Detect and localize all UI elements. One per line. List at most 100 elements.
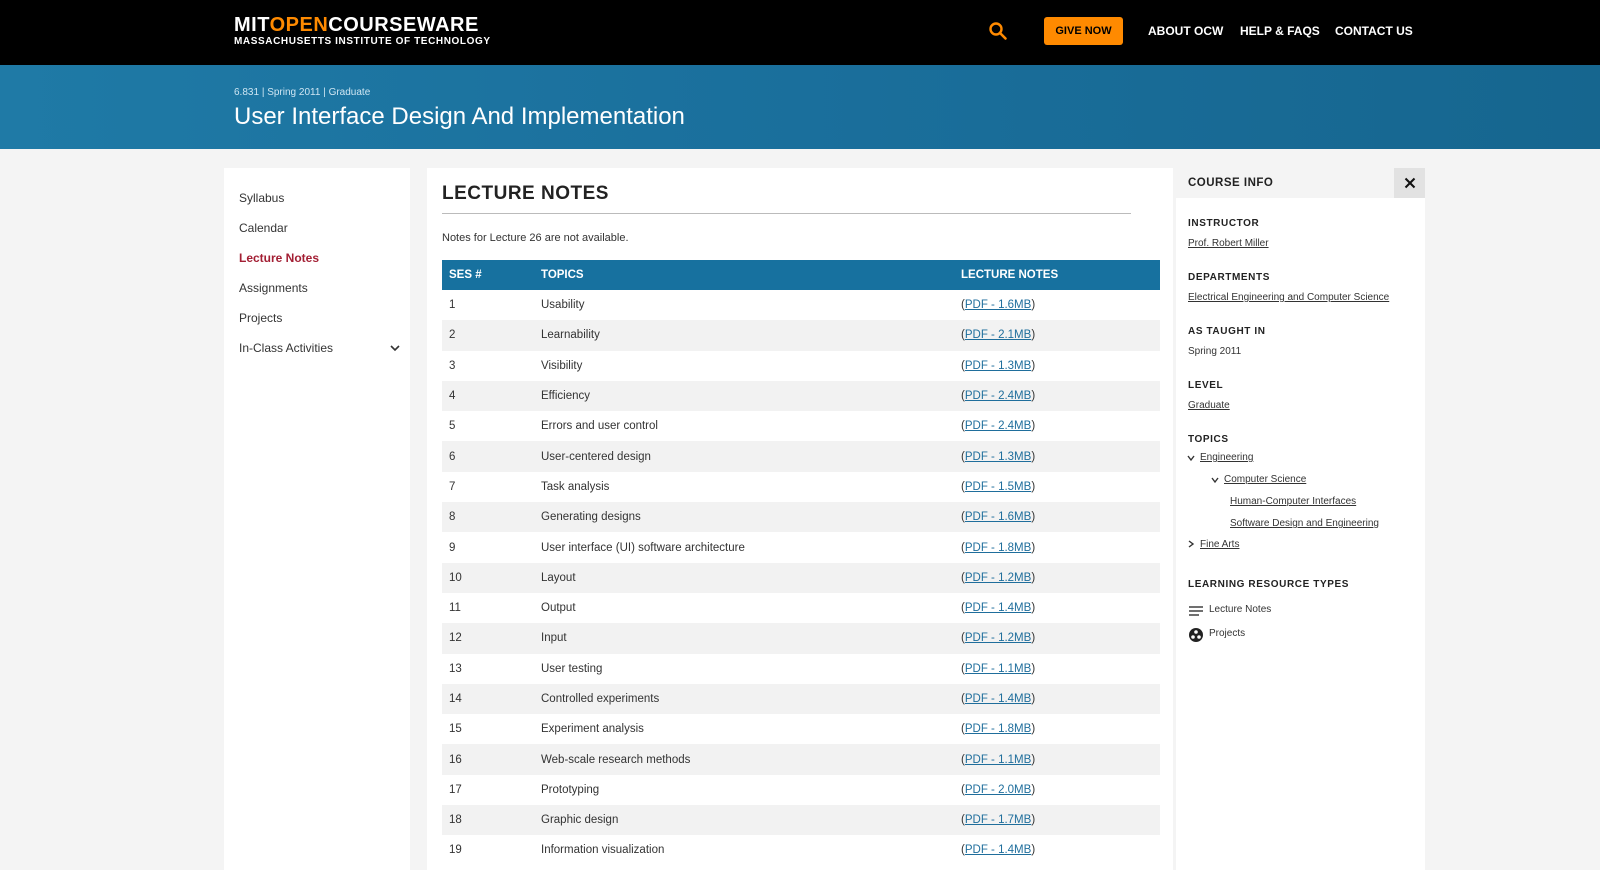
lecture-notes-cell: (PDF - 2.0MB) [954,775,1160,805]
lecture-notes-cell: (PDF - 1.8MB) [954,714,1160,744]
taught-label: AS TAUGHT IN [1188,326,1266,337]
session-number: 2 [449,329,456,342]
topic-cell: Efficiency [541,390,591,403]
paren-close: ) [1031,420,1036,433]
course-meta: 6.831 | Spring 2011 | Graduate [234,87,370,98]
chevron-right-icon[interactable] [1186,539,1196,549]
table-row: 8 Generating designs (PDF - 1.6MB) [442,502,1160,533]
session-number: 10 [449,571,462,584]
search-icon[interactable] [988,21,1008,41]
session-number: 19 [449,844,462,857]
topic-cell: Learnability [541,329,600,342]
close-panel-button[interactable] [1394,168,1425,198]
table-row: 6 User-centered design (PDF - 1.3MB) [442,441,1160,472]
table-row: 11 Output (PDF - 1.4MB) [442,593,1160,623]
paren-close: ) [1031,693,1036,705]
pdf-link[interactable]: PDF - 1.8MB [965,542,1031,554]
pdf-link[interactable]: PDF - 1.4MB [965,602,1031,614]
pdf-link[interactable]: PDF - 2.4MB [965,420,1031,432]
session-number: 5 [449,420,456,433]
col-header-ses: SES # [449,269,482,281]
course-title[interactable]: User Interface Design And Implementation [234,103,685,131]
pdf-link[interactable]: PDF - 1.5MB [965,481,1031,493]
topic-fine-arts-link[interactable]: Fine Arts [1200,539,1239,550]
lecture-notes-cell: (PDF - 1.1MB) [954,654,1160,684]
nav-contact-us[interactable]: CONTACT US [1335,24,1413,38]
pdf-link[interactable]: PDF - 1.8MB [965,723,1031,735]
table-row: 13 User testing (PDF - 1.1MB) [442,654,1160,684]
resources-label: LEARNING RESOURCE TYPES [1188,579,1350,590]
paren-close: ) [1031,602,1036,615]
instructor-value: Prof. Robert Miller [1188,238,1269,249]
paren-close: ) [1031,571,1036,584]
level-label: LEVEL [1188,380,1224,391]
topics-label: TOPICS [1188,434,1229,445]
topic-hci-link[interactable]: Human-Computer Interfaces [1230,496,1356,507]
course-number: 6.831 [234,87,260,98]
resource-projects[interactable]: Projects [1209,628,1245,639]
lecture-notes-cell: (PDF - 1.8MB) [954,532,1160,562]
nav-item-syllabus[interactable]: Syllabus [239,191,284,205]
topic-cell: User interface (UI) software architectur… [541,541,745,554]
pdf-link[interactable]: PDF - 1.6MB [965,511,1031,523]
table-row: 18 Graphic design (PDF - 1.7MB) [442,805,1160,836]
pdf-link[interactable]: PDF - 1.6MB [965,299,1031,311]
lecture-notes-cell: (PDF - 1.4MB) [954,835,1160,865]
table-row: 15 Experiment analysis (PDF - 1.8MB) [442,714,1160,744]
topic-cell: Output [541,602,576,615]
session-number: 18 [449,814,462,827]
nav-item-calendar[interactable]: Calendar [239,221,288,235]
topic-engineering: Engineering [1200,452,1253,463]
nav-item-in-class-activities[interactable]: In-Class Activities [239,341,333,355]
lecture-notes-cell: (PDF - 1.4MB) [954,684,1160,714]
chevron-down-icon[interactable] [1210,475,1220,485]
give-now-button[interactable]: GIVE NOW [1044,17,1123,45]
col-header-topics: TOPICS [541,269,584,281]
department-value: Electrical Engineering and Computer Scie… [1188,292,1389,303]
logo-text-mit: MIT [234,14,270,36]
pdf-link[interactable]: PDF - 1.2MB [965,632,1031,644]
chevron-down-icon[interactable] [1186,453,1196,463]
course-level: Graduate [328,87,371,98]
nav-item-projects[interactable]: Projects [239,311,282,325]
pdf-link[interactable]: PDF - 1.3MB [965,360,1031,372]
instructor-link[interactable]: Prof. Robert Miller [1188,238,1269,249]
topic-cs-link[interactable]: Computer Science [1224,474,1306,485]
pdf-link[interactable]: PDF - 1.4MB [965,693,1031,705]
pdf-link[interactable]: PDF - 1.1MB [965,663,1031,675]
session-number: 17 [449,783,462,796]
pdf-link[interactable]: PDF - 2.1MB [965,329,1031,341]
mit-ocw-logo[interactable]: MITOPENCOURSEWARE MASSACHUSETTS INSTITUT… [234,14,491,48]
session-number: 9 [449,541,456,554]
pdf-link[interactable]: PDF - 1.4MB [965,844,1031,856]
table-row: 7 Task analysis (PDF - 1.5MB) [442,472,1160,502]
resource-lecture-notes[interactable]: Lecture Notes [1209,604,1271,615]
session-number: 13 [449,662,462,675]
table-row: 19 Information visualization (PDF - 1.4MB) [442,835,1160,865]
table-header-row: SES # TOPICS LECTURE NOTES [442,260,1160,290]
topic-sde-link[interactable]: Software Design and Engineering [1230,518,1379,529]
course-info-title: COURSE INFO [1188,177,1274,189]
pdf-link[interactable]: PDF - 1.1MB [965,754,1031,766]
chevron-down-icon[interactable] [389,342,401,354]
logo-subtitle: MASSACHUSETTS INSTITUTE OF TECHNOLOGY [234,36,491,47]
availability-note: Notes for Lecture 26 are not available. [442,232,629,244]
close-icon [1404,177,1415,189]
pdf-link[interactable]: PDF - 1.2MB [965,572,1031,584]
topic-engineering-link[interactable]: Engineering [1200,452,1253,463]
department-link[interactable]: Electrical Engineering and Computer Scie… [1188,292,1389,303]
nav-item-assignments[interactable]: Assignments [239,281,308,295]
pdf-link[interactable]: PDF - 1.3MB [965,451,1031,463]
pdf-link[interactable]: PDF - 2.4MB [965,390,1031,402]
paren-close: ) [1031,541,1036,554]
nav-item-lecture-notes[interactable]: Lecture Notes [239,251,319,265]
instructor-label: INSTRUCTOR [1188,218,1260,229]
pdf-link[interactable]: PDF - 2.0MB [965,784,1031,796]
level-link[interactable]: Graduate [1188,400,1230,411]
lecture-notes-icon [1189,606,1203,616]
pdf-link[interactable]: PDF - 1.7MB [965,814,1031,826]
nav-help-faqs[interactable]: HELP & FAQS [1240,24,1320,38]
lecture-notes-cell: (PDF - 1.6MB) [954,502,1160,532]
nav-about-ocw[interactable]: ABOUT OCW [1148,24,1223,38]
session-number: 6 [449,450,456,463]
